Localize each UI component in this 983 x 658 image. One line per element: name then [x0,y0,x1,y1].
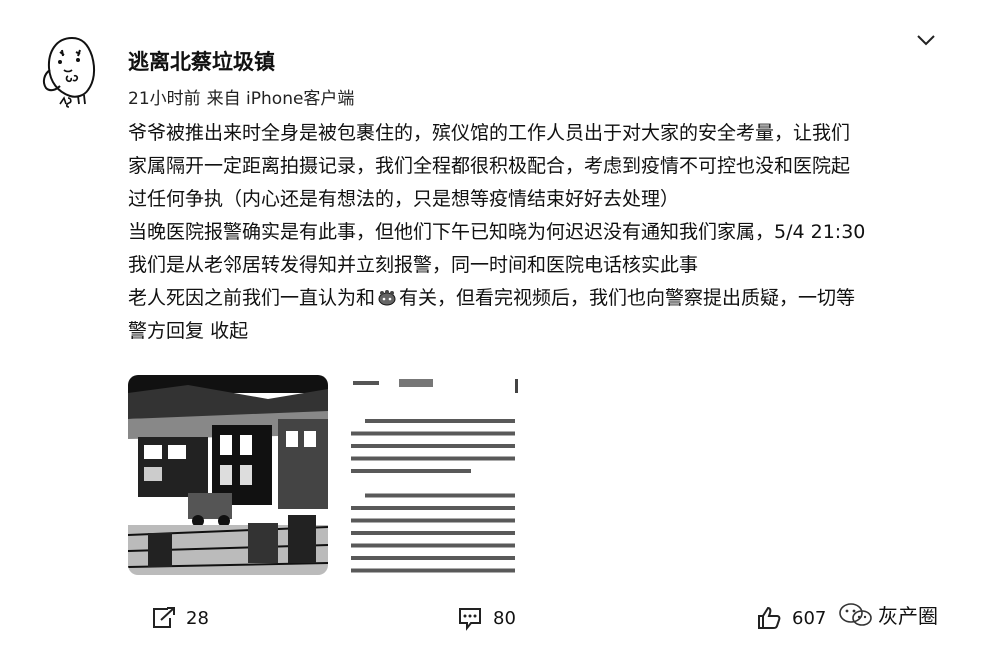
chevron-down-icon[interactable] [914,30,938,50]
post-username[interactable]: 逃离北蔡垃圾镇 [128,46,275,76]
post-line: 过任何争执（内心还是有想法的，只是想等疫情结束好好去处理） [128,188,680,210]
wechat-icon [839,602,872,626]
document-text-line [351,444,515,448]
avatar-drawing-icon [42,36,96,108]
thumbs-up-icon [758,606,781,629]
document-text-line [365,493,515,498]
watermark-text: 灰产圈 [878,604,938,628]
repost-button[interactable]: 28 [150,596,209,640]
like-button[interactable]: 607 [756,596,826,640]
document-text-line [351,506,515,510]
document-text-line [351,456,515,461]
post-line: 老人死因之前我们一直认为和 有关，但看完视频后，我们也向警察提出质疑，一切等 [128,282,943,315]
repost-icon [153,607,175,628]
document-text-line [351,543,515,548]
document-text-line [351,431,515,436]
post-line-text: 有关，但看完视频后，我们也向警察提出质疑，一切等 [399,287,856,309]
comment-count: 80 [493,607,516,629]
document-text-line [365,419,515,423]
repost-count: 28 [186,607,209,629]
post-meta: 21小时前 来自 iPhone客户端 [128,84,354,109]
weibo-post: 逃离北蔡垃圾镇 21小时前 来自 iPhone客户端 爷爷被推出来时全身是被包裹住… [0,0,983,658]
post-line-text: 警方回复 [128,320,205,342]
document-text-line [351,469,471,473]
post-line: 警方回复 收起 [128,315,943,348]
post-content: 爷爷被推出来时全身是被包裹住的，殡仪馆的工作人员出于对大家的安全考量，让我们 家… [128,117,943,348]
virus-emoji-icon [376,285,398,306]
post-line: 家属隔开一定距离拍摄记录，我们全程都很积极配合，考虑到疫情不可控也没和医院起 [128,155,851,177]
watermark: 灰产圈 [838,600,938,629]
post-line: 我们是从老邻居转发得知并立刻报警，同一时间和医院电话核实此事 [128,254,699,276]
post-line-text: 老人死因之前我们一直认为和 [128,287,376,309]
comment-icon [459,608,481,631]
action-bar: 28 80 607 [0,596,983,640]
like-count: 607 [792,607,827,629]
post-source[interactable]: 来自 iPhone客户端 [207,89,355,109]
document-text-line [351,531,515,535]
avatar[interactable] [38,30,110,110]
comment-button[interactable]: 80 [457,596,516,640]
post-image-notice-document[interactable] [339,375,532,575]
post-line: 当晚医院报警确实是有此事，但他们下午已知晓为何迟迟没有通知我们家属，5/4 21… [128,221,866,243]
collapse-link[interactable]: 收起 [210,320,248,342]
document-text-line [351,518,515,523]
post-line: 爷爷被推出来时全身是被包裹住的，殡仪馆的工作人员出于对大家的安全考量，让我们 [128,122,851,144]
post-time: 21小时前 [128,89,201,109]
document-text-line [351,568,515,573]
document-text-line [351,556,515,560]
post-image-street-scene[interactable] [128,375,328,575]
